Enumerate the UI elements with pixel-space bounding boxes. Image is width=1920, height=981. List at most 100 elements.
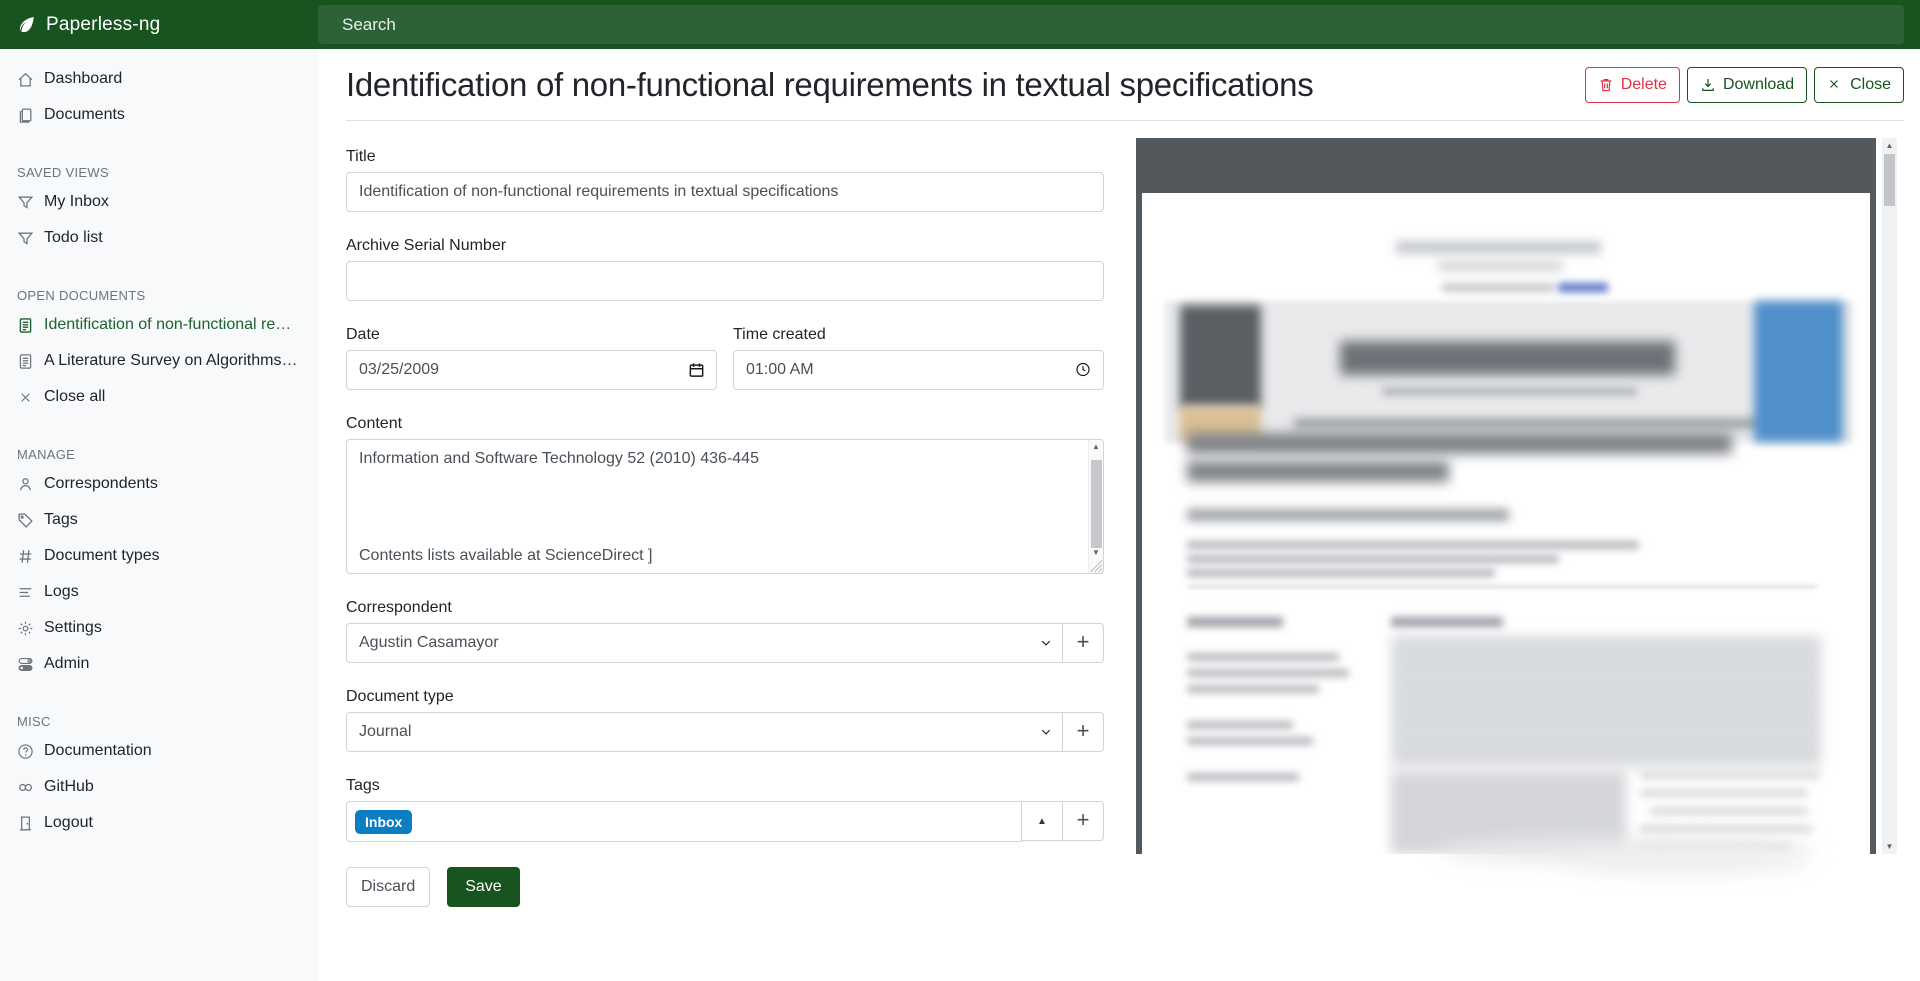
caret-up-icon: ▲ xyxy=(1037,816,1047,827)
sidebar-item-close-all[interactable]: Close all xyxy=(0,379,318,415)
leaf-logo-icon xyxy=(16,15,36,35)
content-label: Content xyxy=(346,415,1104,433)
sidebar-item-tags[interactable]: Tags xyxy=(0,502,318,538)
sidebar-item-correspondents[interactable]: Correspondents xyxy=(0,466,318,502)
sidebar-item-documents[interactable]: Documents xyxy=(0,97,318,133)
blur-shape xyxy=(1391,637,1821,767)
time-created-label: Time created xyxy=(733,326,1104,344)
blur-shape xyxy=(1391,617,1503,627)
sidebar-section-manage: MANAGE xyxy=(0,438,318,466)
blur-shape xyxy=(1650,807,1808,815)
sidebar-item-label: Close all xyxy=(44,388,105,406)
plus-icon: + xyxy=(1077,720,1090,742)
content-scrollbar[interactable]: ▲ ▼ xyxy=(1088,440,1103,573)
document-type-select[interactable]: Journal xyxy=(346,712,1063,752)
time-created-input[interactable] xyxy=(733,350,1104,390)
content-area: Title Archive Serial Number Date xyxy=(318,121,1920,907)
correspondent-value: Agustin Casamayor xyxy=(359,634,499,652)
close-button[interactable]: Close xyxy=(1814,67,1904,103)
search-input[interactable] xyxy=(318,5,1904,44)
document-actions: Delete Download Close xyxy=(1585,67,1904,103)
question-circle-icon xyxy=(17,743,34,760)
blur-shape xyxy=(1640,771,1820,779)
sidebar-item-dashboard[interactable]: Dashboard xyxy=(0,61,318,97)
blur-shape xyxy=(1442,283,1554,292)
scroll-up-icon[interactable]: ▲ xyxy=(1882,141,1897,150)
scroll-up-icon[interactable]: ▲ xyxy=(1089,442,1103,451)
page-title: Identification of non-functional require… xyxy=(346,66,1313,104)
preview-scrollbar-thumb[interactable] xyxy=(1884,154,1895,206)
save-button[interactable]: Save xyxy=(447,867,519,907)
blur-shape xyxy=(1187,773,1299,781)
filter-icon xyxy=(17,194,34,211)
sidebar-item-settings[interactable]: Settings xyxy=(0,610,318,646)
clock-icon[interactable] xyxy=(1075,362,1092,379)
scroll-down-icon[interactable]: ▼ xyxy=(1882,842,1897,851)
add-document-type-button[interactable]: + xyxy=(1062,712,1104,752)
blur-shape xyxy=(1382,387,1637,396)
resize-grip[interactable] xyxy=(1089,559,1102,572)
blur-shape xyxy=(1187,461,1449,482)
sidebar-item-label: Document types xyxy=(44,547,160,565)
delete-button[interactable]: Delete xyxy=(1585,67,1680,103)
tag-chip-inbox[interactable]: Inbox xyxy=(355,810,412,834)
sidebar: Dashboard Documents SAVED VIEWS My Inbox… xyxy=(0,49,318,981)
person-icon xyxy=(17,476,34,493)
top-navbar: Paperless-ng xyxy=(0,0,1920,49)
form-buttons: Discard Save xyxy=(346,867,1104,907)
add-tag-button[interactable]: + xyxy=(1062,801,1104,841)
archive-serial-number-input[interactable] xyxy=(346,261,1104,301)
blur-shape xyxy=(1294,419,1762,428)
calendar-icon[interactable] xyxy=(688,362,705,379)
sidebar-item-admin[interactable]: Admin xyxy=(0,646,318,682)
blur-shape xyxy=(1396,241,1601,254)
sidebar-item-logout[interactable]: Logout xyxy=(0,805,318,841)
documents-icon xyxy=(17,107,34,124)
plus-icon: + xyxy=(1077,631,1090,653)
blur-shape xyxy=(1566,852,1806,874)
correspondent-select[interactable]: Agustin Casamayor xyxy=(346,623,1063,663)
blur-shape xyxy=(1187,585,1817,588)
date-input[interactable] xyxy=(346,350,717,390)
sidebar-item-documentation[interactable]: Documentation xyxy=(0,733,318,769)
title-input[interactable] xyxy=(346,172,1104,212)
sidebar-item-todo-list[interactable]: Todo list xyxy=(0,220,318,256)
preview-scrollbar[interactable]: ▲ ▼ xyxy=(1882,138,1897,854)
tags-dropdown-toggle-button[interactable]: ▲ xyxy=(1021,801,1063,841)
sidebar-item-label: Logs xyxy=(44,583,79,601)
file-text-icon xyxy=(17,317,34,334)
sidebar-item-my-inbox[interactable]: My Inbox xyxy=(0,184,318,220)
discard-button[interactable]: Discard xyxy=(346,867,430,907)
close-button-label: Close xyxy=(1850,76,1891,94)
blur-shape xyxy=(1187,569,1495,577)
sidebar-item-logs[interactable]: Logs xyxy=(0,574,318,610)
content-scrollbar-thumb[interactable] xyxy=(1091,460,1102,548)
toggles-icon xyxy=(17,656,34,673)
sidebar-item-document-types[interactable]: Document types xyxy=(0,538,318,574)
download-button[interactable]: Download xyxy=(1687,67,1807,103)
close-icon xyxy=(1827,77,1843,93)
blur-shape xyxy=(1187,721,1293,729)
add-correspondent-button[interactable]: + xyxy=(1062,623,1104,663)
scroll-down-icon[interactable]: ▼ xyxy=(1089,548,1103,557)
blur-shape xyxy=(1187,737,1313,745)
sidebar-open-doc-literature-survey[interactable]: A Literature Survey on Algorithms for Mu… xyxy=(0,343,318,379)
blur-shape xyxy=(1187,555,1559,563)
document-header: Identification of non-functional require… xyxy=(318,49,1920,120)
sidebar-item-github[interactable]: GitHub xyxy=(0,769,318,805)
tags-label: Tags xyxy=(346,777,1104,795)
content-text-line: Contents lists available at ScienceDirec… xyxy=(359,547,1077,565)
tags-input[interactable]: Inbox xyxy=(346,801,1022,842)
content-textarea[interactable]: Information and Software Technology 52 (… xyxy=(346,439,1104,574)
chevron-down-icon xyxy=(1040,726,1052,738)
sidebar-item-label: Documents xyxy=(44,106,125,124)
plus-icon: + xyxy=(1077,809,1090,831)
sidebar-item-label: Identification of non-functional require… xyxy=(44,316,298,334)
blur-shape xyxy=(1187,669,1349,677)
close-icon xyxy=(17,389,34,406)
chevron-down-icon xyxy=(1040,637,1052,649)
link-icon xyxy=(17,779,34,796)
sidebar-item-label: Documentation xyxy=(44,742,152,760)
sidebar-open-doc-identification[interactable]: Identification of non-functional require… xyxy=(0,307,318,343)
brand[interactable]: Paperless-ng xyxy=(0,14,318,36)
